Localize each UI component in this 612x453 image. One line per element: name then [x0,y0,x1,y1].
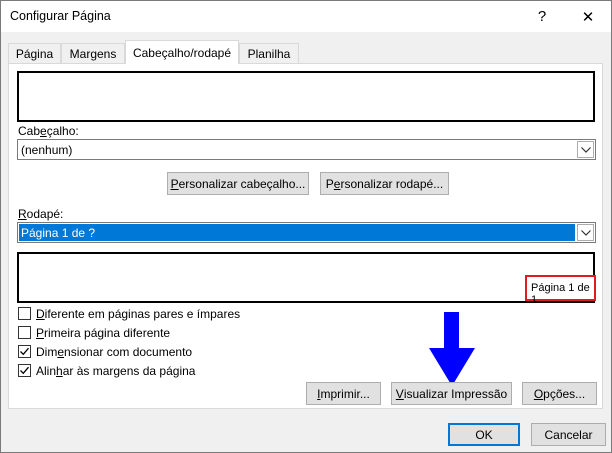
tab-planilha[interactable]: Planilha [239,43,299,63]
footer-label: Rodapé: [18,207,64,221]
close-icon: ✕ [581,8,595,26]
checkbox[interactable] [18,326,31,339]
tab-panel: Cabeçalho: (nenhum) Personalizar cabeçal… [8,63,603,409]
header-preview [17,71,595,122]
page-setup-dialog: Configurar Página ? ✕ Página Margens Cab… [0,0,612,453]
header-select[interactable]: (nenhum) [17,139,596,160]
checkbox[interactable] [18,307,31,320]
checkmark-icon [20,366,29,375]
footer-preview-text: Página 1 de 1 [531,282,590,306]
options-button[interactable]: Opções... [522,382,597,405]
chevron-down-icon [577,224,594,241]
chevron-down-icon [577,141,594,158]
option-alinhar-margens[interactable]: Alinhar às margens da página [17,364,317,382]
window-title: Configurar Página [10,9,111,23]
help-button[interactable]: ? [519,1,565,32]
tab-cabecalho-rodape[interactable]: Cabeçalho/rodapé [125,40,239,64]
checkbox-checked[interactable] [18,345,31,358]
option-diferente-pares-impares[interactable]: Diferente em páginas pares e ímpares [17,307,317,325]
checkmark-icon [20,347,29,356]
option-dimensionar-com-documento[interactable]: Dimensionar com documento [17,345,317,363]
footer-select[interactable]: Página 1 de ? [17,222,596,243]
annotation-arrow-icon [429,312,475,386]
ok-button[interactable]: OK [448,423,520,446]
selection-highlight [19,224,575,241]
annotation-highlight-box: Página 1 de 1 [525,275,596,306]
checkbox-checked[interactable] [18,364,31,377]
footer-select-value: Página 1 de ? [21,226,96,240]
print-button[interactable]: Imprimir... [306,382,381,405]
close-button[interactable]: ✕ [565,1,611,32]
tab-margens[interactable]: Margens [61,43,125,63]
cancel-button[interactable]: Cancelar [531,423,606,446]
footer-preview [17,252,595,303]
custom-footer-button[interactable]: Pe rsonalizar rodapé... [320,172,449,195]
title-bar: Configurar Página ? ✕ [1,1,611,32]
header-label: Cabeçalho: [18,124,79,138]
print-preview-button[interactable]: Visualizar Impressão [391,382,512,405]
header-select-value: (nenhum) [21,143,73,157]
tab-pagina[interactable]: Página [8,43,61,63]
help-icon: ? [537,8,547,25]
option-primeira-pagina-diferente[interactable]: Primeira página diferente [17,326,317,344]
custom-header-button[interactable]: Personalizar cabeçalho... [167,172,309,195]
